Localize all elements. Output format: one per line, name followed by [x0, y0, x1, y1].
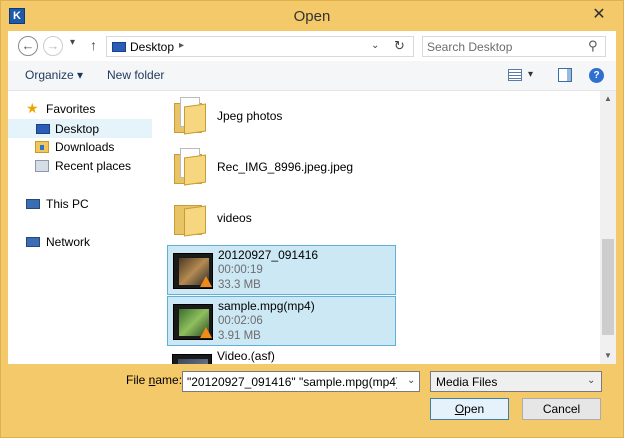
search-input[interactable] — [427, 39, 577, 54]
network-icon — [26, 237, 40, 247]
close-icon: ✕ — [592, 6, 606, 23]
open-button[interactable]: Open — [430, 398, 509, 420]
vlc-cone-icon — [200, 276, 212, 287]
dialog-body: ← → ▾ ↑ Desktop ▸ ⌄ ↻ ⚲ — [8, 31, 616, 432]
back-arrow-icon: ← — [21, 38, 35, 53]
sidebar-item-label: Desktop — [55, 122, 100, 136]
file-size: 3.91 MB — [218, 330, 261, 342]
file-name: sample.mpg(mp4) — [218, 299, 315, 313]
sidebar-item-favorites[interactable]: ★ Favorites — [26, 100, 156, 119]
change-view-icon[interactable] — [508, 69, 522, 81]
sidebar-item-label: This PC — [46, 197, 89, 211]
sidebar-item-downloads[interactable]: Downloads — [35, 138, 152, 157]
file-name-area: File name: ⌄ Media Files ⌄ Open Cancel — [8, 364, 616, 432]
sidebar-item-label: Network — [46, 235, 91, 249]
file-name: Video.(asf) — [217, 349, 275, 363]
sidebar-item-desktop[interactable]: Desktop — [8, 119, 152, 138]
video-thumbnail-icon — [173, 304, 213, 340]
back-button[interactable]: ← — [18, 36, 38, 56]
vertical-scrollbar[interactable]: ▲ ▼ — [600, 91, 616, 364]
file-name: 20120927_091416 — [218, 248, 319, 262]
forward-button[interactable]: → — [43, 36, 63, 56]
star-icon: ★ — [26, 100, 39, 116]
cancel-button[interactable]: Cancel — [522, 398, 601, 420]
sidebar-item-this-pc[interactable]: This PC — [26, 195, 152, 214]
folder-icon — [174, 146, 208, 186]
refresh-icon[interactable]: ↻ — [394, 38, 405, 54]
sidebar-item-label: Favorites — [46, 102, 96, 116]
help-icon[interactable]: ? — [589, 68, 604, 83]
list-item[interactable]: 20120927_091416 00:00:19 33.3 MB — [167, 245, 396, 295]
file-name: Rec_IMG_8996.jpeg.jpeg — [217, 160, 354, 174]
navigation-bar: ← → ▾ ↑ Desktop ▸ ⌄ ↻ ⚲ — [8, 31, 616, 61]
video-thumbnail-icon — [172, 354, 212, 364]
file-duration: 00:00:19 — [218, 264, 263, 276]
navigation-pane: ★ Favorites Desktop Downloads Recent pla… — [8, 91, 162, 364]
file-duration: 00:02:06 — [218, 315, 263, 327]
list-item[interactable]: videos — [167, 193, 396, 243]
address-history-dropdown[interactable]: ⌄ — [371, 40, 379, 51]
list-item[interactable]: Jpeg photos — [167, 91, 396, 141]
address-bar[interactable]: Desktop ▸ ⌄ ↻ — [106, 36, 414, 57]
close-button[interactable]: ✕ — [581, 1, 617, 29]
file-name-label: File name: — [126, 373, 183, 387]
title-bar[interactable]: K Open ✕ — [1, 1, 623, 31]
search-icon[interactable]: ⚲ — [588, 38, 598, 54]
sidebar-item-label: Recent places — [55, 159, 132, 173]
file-type-filter[interactable]: Media Files ⌄ — [430, 371, 602, 392]
file-type-value: Media Files — [436, 375, 498, 389]
folder-icon — [174, 95, 208, 135]
scroll-up-icon[interactable]: ▲ — [600, 91, 616, 107]
computer-icon — [26, 199, 40, 209]
file-name-combo[interactable]: ⌄ — [182, 371, 420, 392]
sidebar-item-label: Downloads — [55, 140, 115, 154]
folder-icon — [174, 197, 208, 237]
vlc-cone-icon — [200, 327, 212, 338]
dialog-title: Open — [293, 8, 331, 25]
up-button[interactable]: ↑ — [90, 37, 97, 53]
preview-pane-icon[interactable] — [558, 68, 572, 82]
open-dialog: K Open ✕ ← → ▾ ↑ Desktop ▸ ⌄ ↻ Search De… — [0, 0, 624, 438]
organize-button[interactable]: Organize ▾ — [25, 68, 83, 82]
chevron-down-icon[interactable]: ⌄ — [407, 375, 415, 386]
sidebar-item-network[interactable]: Network — [26, 233, 152, 252]
file-name: videos — [217, 211, 252, 225]
list-item[interactable]: Video.(asf) — [167, 347, 396, 364]
desktop-folder-icon — [112, 42, 126, 52]
recent-places-icon — [35, 160, 49, 172]
recent-locations-button[interactable]: ▾ — [70, 37, 75, 48]
forward-arrow-icon: → — [46, 38, 60, 53]
scrollbar-thumb[interactable] — [602, 239, 614, 335]
up-arrow-icon: ↑ — [90, 37, 97, 53]
breadcrumb-desktop[interactable]: Desktop — [130, 40, 174, 54]
desktop-icon — [36, 124, 50, 134]
video-thumbnail-icon — [173, 253, 213, 289]
file-name: Jpeg photos — [217, 109, 283, 123]
view-options-dropdown[interactable]: ▾ — [528, 69, 533, 80]
chevron-down-icon: ▾ — [70, 37, 76, 48]
chevron-down-icon: ⌄ — [587, 375, 596, 386]
scroll-down-icon[interactable]: ▼ — [600, 348, 616, 364]
search-box[interactable]: ⚲ — [422, 36, 606, 57]
list-item[interactable]: Rec_IMG_8996.jpeg.jpeg — [167, 142, 396, 192]
new-folder-button[interactable]: New folder — [107, 68, 164, 82]
list-item[interactable]: sample.mpg(mp4) 00:02:06 3.91 MB — [167, 296, 396, 346]
file-size: 33.3 MB — [218, 279, 261, 291]
sidebar-item-recent-places[interactable]: Recent places — [35, 157, 152, 176]
downloads-icon — [35, 141, 49, 153]
command-bar: Organize ▾ New folder ▾ ? — [8, 61, 616, 91]
file-name-field[interactable] — [187, 374, 397, 389]
file-list[interactable]: Jpeg photos Rec_IMG_8996.jpeg.jpeg video… — [164, 91, 600, 364]
breadcrumb-chevron-icon[interactable]: ▸ — [179, 40, 184, 51]
